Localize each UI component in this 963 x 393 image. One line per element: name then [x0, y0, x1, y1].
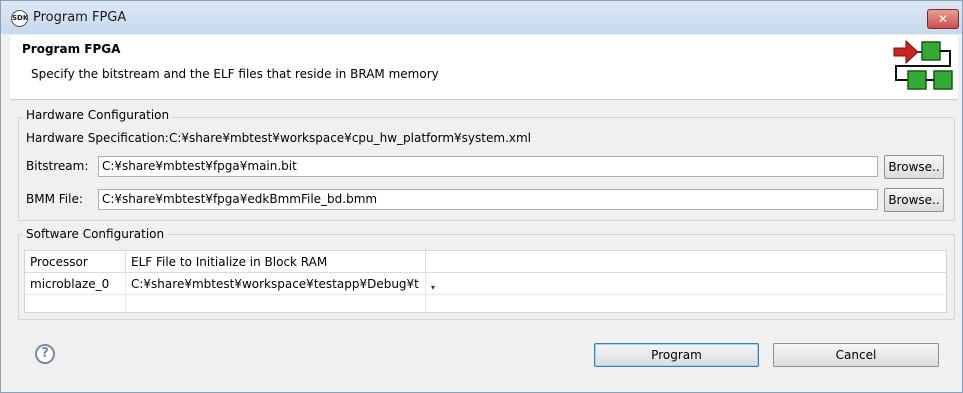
column-header-processor[interactable]: Processor: [25, 251, 126, 273]
bitstream-label: Bitstream:: [26, 159, 89, 173]
elf-file-cell[interactable]: C:¥share¥mbtest¥workspace¥testapp¥Debug¥…: [126, 273, 426, 295]
table-row-filler: [426, 273, 946, 295]
elf-table: Processor ELF File to Initialize in Bloc…: [24, 250, 947, 313]
bmm-file-field[interactable]: C:¥share¥mbtest¥fpga¥edkBmmFile_bd.bmm: [98, 189, 878, 210]
help-icon[interactable]: ?: [35, 344, 55, 364]
hardware-group-label: Hardware Configuration: [23, 108, 173, 122]
sdk-app-icon: SDK: [11, 10, 28, 27]
bitstream-field[interactable]: C:¥share¥mbtest¥fpga¥main.bit: [98, 156, 878, 177]
column-header-filler: [426, 251, 946, 273]
processor-cell[interactable]: microblaze_0: [25, 273, 126, 295]
hardware-spec-label: Hardware Specification:: [26, 131, 169, 145]
bmm-file-label: BMM File:: [26, 192, 83, 206]
column-header-elf-file[interactable]: ELF File to Initialize in Block RAM: [126, 251, 426, 273]
bitstream-browse-button[interactable]: Browse..: [884, 155, 944, 179]
program-button[interactable]: Program: [594, 343, 759, 367]
empty-cell: [25, 295, 126, 312]
empty-cell: [126, 295, 426, 312]
window-title: Program FPGA: [33, 10, 127, 25]
banner-description: Specify the bitstream and the ELF files …: [31, 67, 439, 81]
header-banner: Program FPGA Specify the bitstream and t…: [10, 35, 958, 100]
fpga-program-icon: [893, 39, 953, 90]
hardware-spec-value: C:¥share¥mbtest¥workspace¥cpu_hw_platfor…: [169, 131, 532, 145]
software-group-label: Software Configuration: [23, 227, 168, 241]
cancel-button[interactable]: Cancel: [773, 343, 939, 367]
banner-title: Program FPGA: [22, 42, 121, 56]
title-bar: SDK Program FPGA ✕: [1, 1, 962, 34]
close-button[interactable]: ✕: [927, 9, 959, 29]
program-fpga-dialog: SDK Program FPGA ✕ Program FPGA Specify …: [0, 0, 963, 393]
bmm-browse-button[interactable]: Browse..: [884, 188, 944, 212]
